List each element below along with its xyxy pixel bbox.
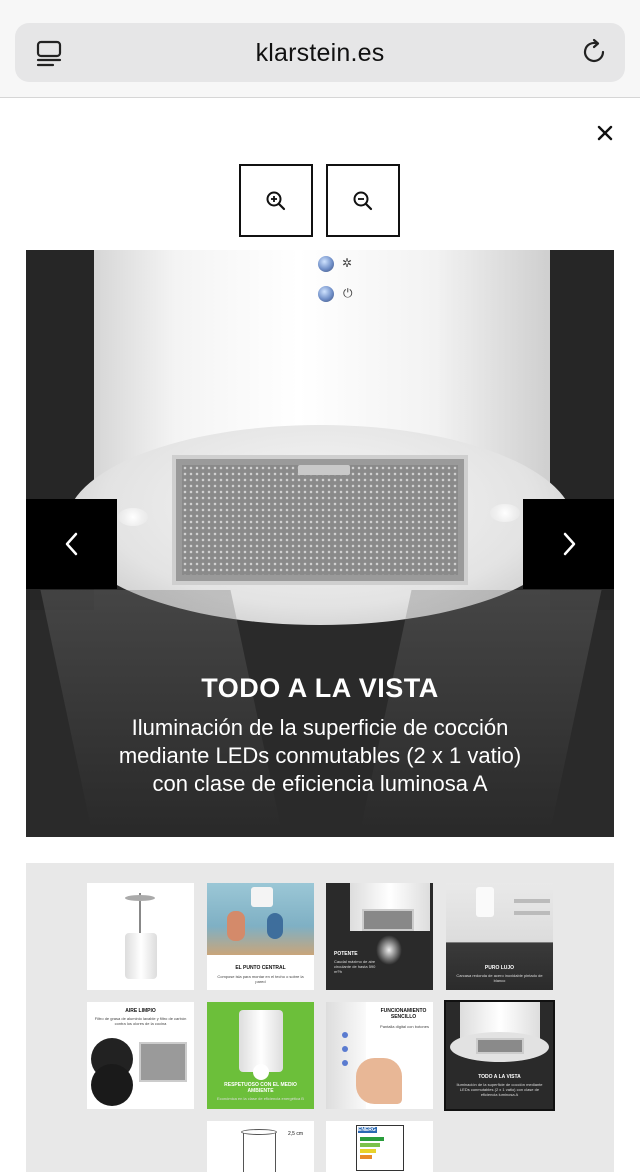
zoom-in-icon <box>266 191 286 210</box>
thumbnail-energy-label[interactable]: ENERG <box>326 1121 433 1172</box>
thumbnail-easy-operation[interactable]: FUNCIONAMIENTO SENCILLO Pantalla digital… <box>326 1002 433 1109</box>
thumbnail-eco[interactable]: RESPETUOSO CON EL MEDIO AMBIENTE Económi… <box>207 1002 314 1109</box>
power-icon: ⏻ <box>343 286 353 300</box>
zoom-out-icon <box>353 191 373 210</box>
thumbnail-all-in-view[interactable]: TODO A LA VISTA Iluminación de la superf… <box>444 1000 555 1111</box>
url-text[interactable]: klarstein.es <box>15 39 625 68</box>
control-button-icon <box>318 286 334 302</box>
thumbnail-powerful[interactable]: POTENTE Caudal máximo de aire circulante… <box>326 883 433 990</box>
chevron-right-icon <box>563 532 575 556</box>
reload-icon[interactable] <box>579 37 609 67</box>
led-light-icon <box>118 508 148 526</box>
slide-title: TODO A LA VISTA <box>201 673 439 703</box>
thumbnail-kitchen-family[interactable]: EL PUNTO CENTRAL Compose isla para monta… <box>207 883 314 990</box>
close-icon[interactable] <box>590 118 620 148</box>
next-image-button[interactable] <box>523 499 614 589</box>
led-light-icon <box>490 504 520 522</box>
thumbnail-pure-luxury[interactable]: PURO LUJO Carcasa redonda de acero inoxi… <box>446 883 553 990</box>
control-button-icon <box>318 256 334 272</box>
thumbnail-gallery: EL PUNTO CENTRAL Compose isla para monta… <box>26 863 614 1172</box>
slide-description: Iluminación de la superficie de cocción … <box>118 715 522 796</box>
thumbnail-product[interactable] <box>87 883 194 990</box>
address-bar[interactable]: klarstein.es <box>15 23 625 82</box>
zoom-out-button[interactable] <box>326 164 400 237</box>
previous-image-button[interactable] <box>26 499 117 589</box>
zoom-in-button[interactable] <box>239 164 313 237</box>
thumbnail-clean-air[interactable]: AIRE LIMPIO Filtro de grasa de aluminio … <box>87 1002 194 1109</box>
browser-toolbar: klarstein.es <box>0 0 640 98</box>
grease-filter-image <box>172 455 468 585</box>
thumbnail-dimensions[interactable]: 2,5 cm <box>207 1121 314 1172</box>
fan-icon: ✲ <box>342 256 353 270</box>
chevron-left-icon <box>65 532 77 556</box>
main-product-image: ✲ ⏻ TODO A LA VISTA Iluminación de la su… <box>26 250 614 837</box>
